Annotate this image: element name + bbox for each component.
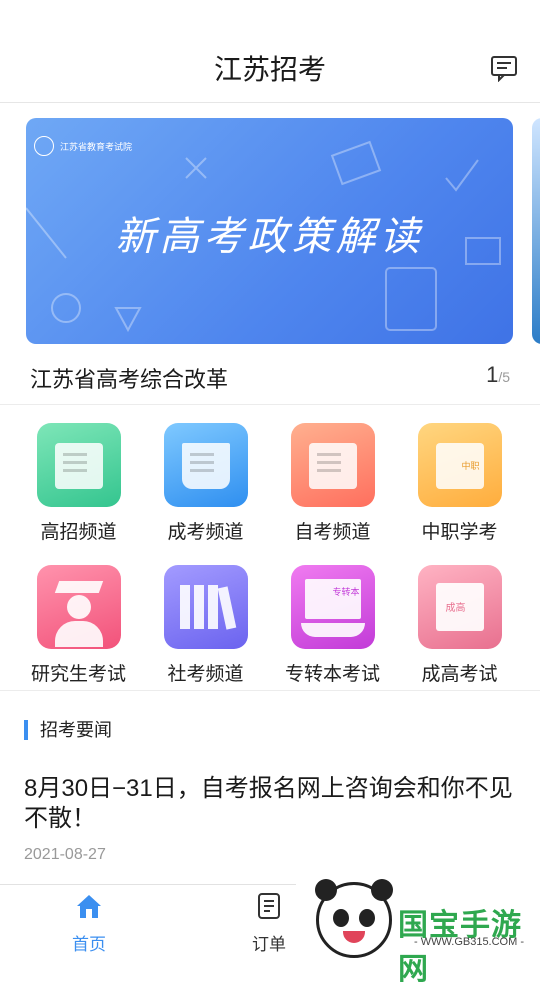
- pager-total: /5: [498, 369, 510, 385]
- certificate-icon: 专转本: [290, 565, 375, 649]
- tab-home[interactable]: 首页: [44, 891, 134, 955]
- tile-badge: 专转本: [332, 587, 360, 597]
- banner-next-slide-peek[interactable]: [532, 118, 540, 344]
- news-title[interactable]: 8月30日−31日，自考报名网上咨询会和你不见不散！: [24, 774, 524, 834]
- tab-label: 首页: [72, 935, 106, 954]
- channel-label: 自考频道: [294, 522, 371, 543]
- banner-carousel[interactable]: 江苏省教育考试院 新高考政策解读: [0, 118, 540, 344]
- app-header: 江苏招考: [0, 0, 540, 103]
- pager-current: 1: [486, 362, 499, 387]
- channel-chenggao[interactable]: 成高 成高考试: [396, 565, 523, 686]
- channel-yanjiusheng[interactable]: 研究生考试: [15, 565, 142, 686]
- banner-pager: 1/5: [486, 362, 510, 388]
- document-pen-icon: [290, 423, 375, 507]
- divider: [0, 404, 540, 405]
- section-title: 招考要闻: [24, 720, 112, 740]
- divider: [0, 690, 540, 691]
- channel-gaozhao[interactable]: 高招频道: [15, 423, 142, 544]
- channel-label: 成高考试: [421, 664, 498, 685]
- home-icon: [77, 895, 101, 918]
- book-icon: 成高: [417, 565, 502, 649]
- checklist-icon: [36, 423, 121, 507]
- order-icon: [258, 893, 280, 919]
- channel-shekao[interactable]: 社考频道: [142, 565, 269, 686]
- graduate-icon: [36, 565, 121, 649]
- channel-label: 社考频道: [167, 664, 244, 685]
- channel-label: 专转本考试: [284, 664, 380, 685]
- channel-label: 中职学考: [421, 522, 498, 543]
- channel-label: 高招频道: [40, 522, 117, 543]
- banner-headline: 新高考政策解读: [115, 214, 424, 260]
- tile-badge: 中职: [461, 461, 480, 471]
- message-icon[interactable]: [490, 54, 518, 82]
- channel-zhuanzhuanben[interactable]: 专转本 专转本考试: [269, 565, 396, 686]
- channel-chengkao[interactable]: 成考频道: [142, 423, 269, 544]
- channel-label: 研究生考试: [30, 664, 126, 685]
- site-watermark: 国宝手游网 - WWW.GB315.COM -: [296, 872, 540, 986]
- tile-badge: 成高: [445, 603, 466, 614]
- open-book-icon: [163, 423, 248, 507]
- channel-zhongzhi[interactable]: 中职 中职学考: [396, 423, 523, 544]
- channel-label: 成考频道: [167, 522, 244, 543]
- bookshelf-icon: [163, 565, 248, 649]
- panda-logo-icon: [315, 879, 393, 958]
- watermark-url: - WWW.GB315.COM -: [414, 936, 524, 948]
- news-date: 2021-08-27: [24, 846, 106, 863]
- banner-slide[interactable]: 江苏省教育考试院 新高考政策解读: [26, 118, 513, 344]
- banner-caption[interactable]: 江苏省高考综合改革: [30, 362, 228, 394]
- page-title: 江苏招考: [213, 54, 326, 85]
- books-stack-icon: 中职: [417, 423, 502, 507]
- channel-zikao[interactable]: 自考频道: [269, 423, 396, 544]
